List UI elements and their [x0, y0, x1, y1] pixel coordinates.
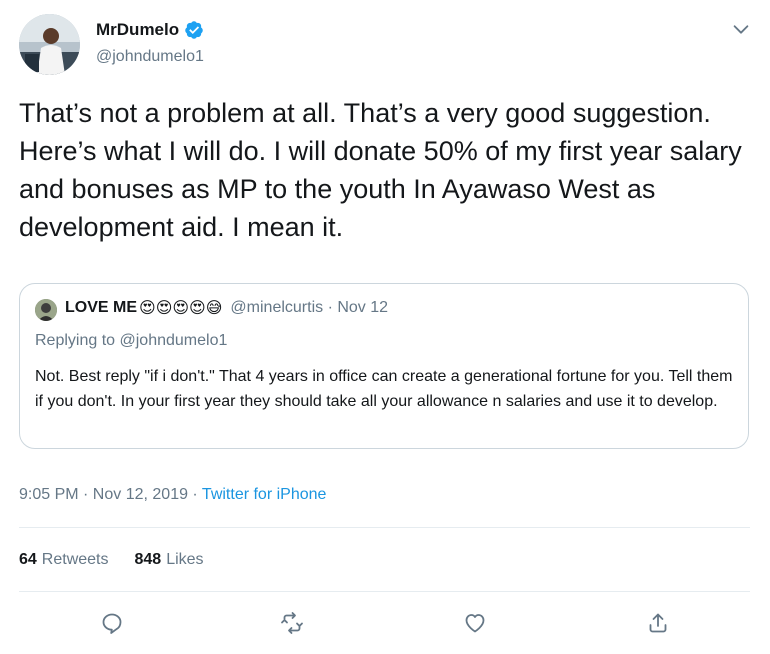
chevron-down-icon[interactable] [730, 18, 752, 40]
replying-to: Replying to @johndumelo1 [35, 332, 227, 350]
retweets-stat[interactable]: 64 Retweets [19, 551, 109, 569]
quoted-tweet[interactable]: LOVE ME 😍😍😍😍😅 @minelcurtis · Nov 12 Repl… [19, 283, 749, 449]
quoted-display-name[interactable]: LOVE ME [65, 299, 137, 317]
engagement-stats: 64 Retweets 848 Likes [19, 551, 204, 569]
reply-icon[interactable] [96, 607, 128, 639]
heart-icon[interactable] [459, 607, 491, 639]
tweet-text: That’s not a problem at all. That’s a ve… [19, 98, 750, 242]
replying-prefix: Replying to [35, 332, 120, 349]
retweet-icon[interactable] [276, 607, 308, 639]
retweets-label: Retweets [41, 551, 109, 568]
share-icon[interactable] [642, 607, 674, 639]
author-name-row[interactable]: MrDumelo [96, 20, 204, 40]
avatar[interactable] [19, 14, 80, 75]
avatar-photo [19, 14, 80, 75]
replying-mention[interactable]: @johndumelo1 [120, 332, 228, 349]
divider [19, 527, 750, 528]
display-name[interactable]: MrDumelo [96, 20, 179, 40]
likes-label: Likes [166, 551, 204, 568]
divider [19, 591, 750, 592]
tweet-meta: 9:05 PM · Nov 12, 2019 · Twitter for iPh… [19, 486, 326, 504]
retweets-count: 64 [19, 551, 37, 568]
quoted-name-emojis: 😍😍😍😍😅 [139, 300, 223, 317]
author-handle[interactable]: @johndumelo1 [96, 48, 204, 66]
quoted-handle-date: @minelcurtis · Nov 12 [230, 299, 389, 316]
action-bar [0, 607, 770, 639]
quoted-avatar-photo [35, 299, 57, 321]
source-link[interactable]: Twitter for iPhone [202, 486, 327, 503]
tweet-card: MrDumelo @johndumelo1 That’s not a probl… [0, 0, 770, 654]
likes-stat[interactable]: 848 Likes [135, 551, 204, 569]
likes-count: 848 [134, 551, 162, 568]
quoted-avatar[interactable] [35, 299, 57, 321]
verified-badge-icon [184, 20, 204, 40]
timestamp[interactable]: 9:05 PM · Nov 12, 2019 · [19, 486, 202, 503]
quoted-header: LOVE ME 😍😍😍😍😅 @minelcurtis · Nov 12 [65, 298, 388, 318]
quoted-text: Not. Best reply "if i don't." That 4 yea… [35, 368, 733, 410]
